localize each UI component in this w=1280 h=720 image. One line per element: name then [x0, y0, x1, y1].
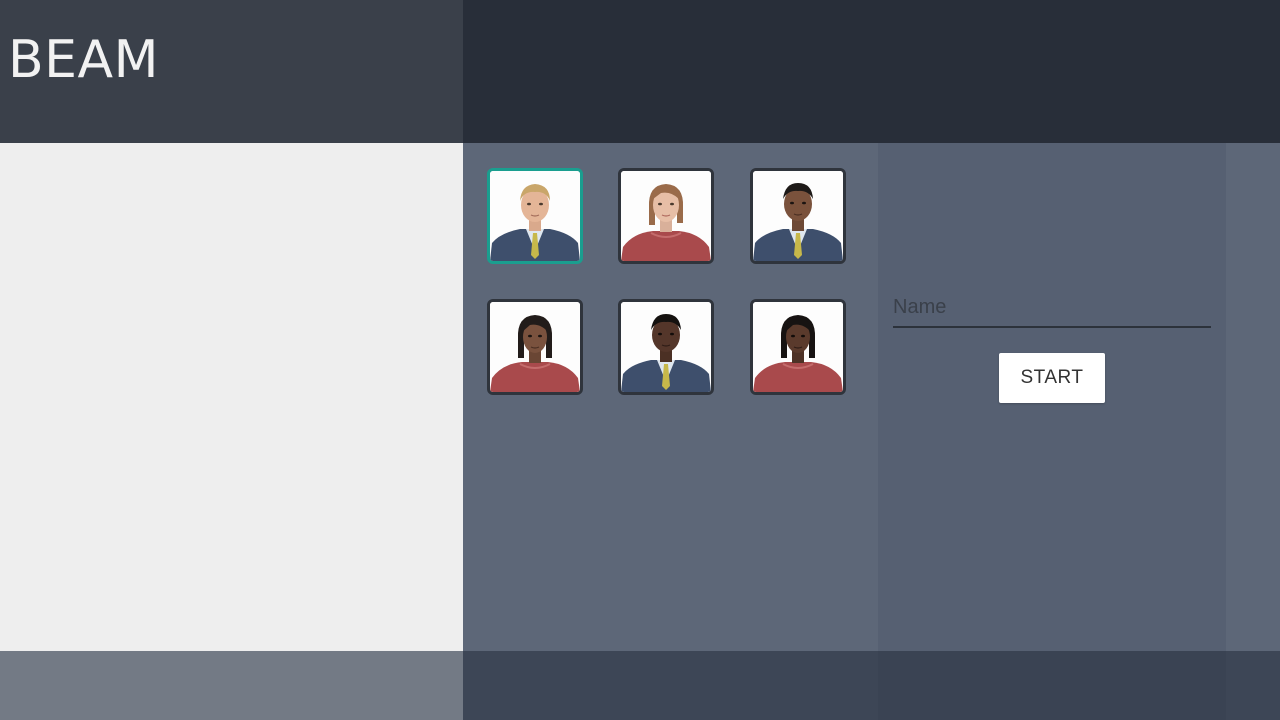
name-field[interactable] — [893, 292, 1211, 328]
preview-panel — [0, 143, 463, 651]
name-input[interactable] — [893, 292, 1211, 322]
footer-right — [463, 651, 1280, 720]
avatar-blond-man[interactable] — [487, 168, 583, 264]
man-portrait-icon — [621, 302, 711, 392]
avatar-light-woman[interactable] — [618, 168, 714, 264]
man-portrait-icon — [753, 171, 843, 261]
woman-portrait-icon — [490, 302, 580, 392]
right-edge-panel — [1226, 143, 1280, 651]
avatar-dark-woman-1[interactable] — [487, 299, 583, 395]
app-title: BEAM — [8, 30, 159, 90]
footer-segment — [878, 651, 1226, 720]
footer-left — [0, 651, 463, 720]
header-right — [463, 0, 1280, 143]
avatar-dark-woman-2[interactable] — [750, 299, 846, 395]
avatar-dark-man-2[interactable] — [618, 299, 714, 395]
woman-portrait-icon — [621, 171, 711, 261]
avatar-dark-man-1[interactable] — [750, 168, 846, 264]
start-button[interactable]: START — [999, 353, 1105, 403]
app-window: BEAM Name START — [0, 0, 1280, 720]
header-left: BEAM — [0, 0, 463, 143]
woman-portrait-icon — [753, 302, 843, 392]
man-portrait-icon — [490, 171, 580, 261]
